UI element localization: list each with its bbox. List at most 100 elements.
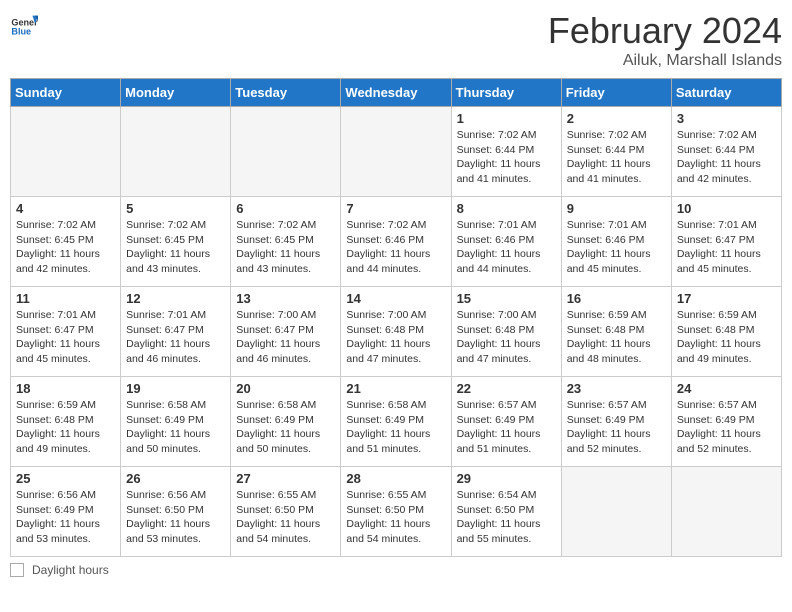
day-info: Sunrise: 6:55 AM Sunset: 6:50 PM Dayligh… (346, 488, 445, 547)
day-info: Sunrise: 7:00 AM Sunset: 6:48 PM Dayligh… (457, 308, 556, 367)
day-number: 13 (236, 291, 335, 306)
day-info: Sunrise: 6:57 AM Sunset: 6:49 PM Dayligh… (457, 398, 556, 457)
day-info: Sunrise: 7:02 AM Sunset: 6:44 PM Dayligh… (677, 128, 776, 187)
day-number: 7 (346, 201, 445, 216)
day-number: 10 (677, 201, 776, 216)
day-number: 24 (677, 381, 776, 396)
calendar-cell: 9 Sunrise: 7:01 AM Sunset: 6:46 PM Daylig… (561, 197, 671, 287)
calendar-week-row: 18Sunrise: 6:59 AM Sunset: 6:48 PM Dayli… (11, 377, 782, 467)
svg-text:Blue: Blue (11, 27, 31, 37)
day-info: Sunrise: 6:57 AM Sunset: 6:49 PM Dayligh… (677, 398, 776, 457)
day-info: Sunrise: 7:02 AM Sunset: 6:46 PM Dayligh… (346, 218, 445, 277)
calendar-cell (671, 467, 781, 557)
calendar-cell: 20Sunrise: 6:58 AM Sunset: 6:49 PM Dayli… (231, 377, 341, 467)
calendar-title: February 2024 (548, 10, 782, 52)
calendar-cell (561, 467, 671, 557)
day-number: 4 (16, 201, 115, 216)
day-info: Sunrise: 7:00 AM Sunset: 6:48 PM Dayligh… (346, 308, 445, 367)
weekday-header: Friday (561, 79, 671, 107)
day-number: 5 (126, 201, 225, 216)
page-header: General Blue February 2024 Ailuk, Marsha… (10, 10, 782, 70)
calendar-table: SundayMondayTuesdayWednesdayThursdayFrid… (10, 78, 782, 557)
calendar-cell (231, 107, 341, 197)
day-info: Sunrise: 7:01 AM Sunset: 6:47 PM Dayligh… (126, 308, 225, 367)
day-info: Sunrise: 7:01 AM Sunset: 6:47 PM Dayligh… (677, 218, 776, 277)
day-number: 28 (346, 471, 445, 486)
calendar-week-row: 4 Sunrise: 7:02 AM Sunset: 6:45 PM Daylig… (11, 197, 782, 287)
legend-label: Daylight hours (32, 563, 109, 577)
day-number: 17 (677, 291, 776, 306)
weekday-header: Sunday (11, 79, 121, 107)
day-info: Sunrise: 6:55 AM Sunset: 6:50 PM Dayligh… (236, 488, 335, 547)
day-number: 9 (567, 201, 666, 216)
day-info: Sunrise: 6:58 AM Sunset: 6:49 PM Dayligh… (236, 398, 335, 457)
day-info: Sunrise: 7:02 AM Sunset: 6:45 PM Dayligh… (16, 218, 115, 277)
day-number: 16 (567, 291, 666, 306)
calendar-cell: 1 Sunrise: 7:02 AM Sunset: 6:44 PM Daylig… (451, 107, 561, 197)
calendar-cell: 14 Sunrise: 7:00 AM Sunset: 6:48 PM Dayli… (341, 287, 451, 377)
calendar-cell: 21 Sunrise: 6:58 AM Sunset: 6:49 PM Dayli… (341, 377, 451, 467)
calendar-cell: 16 Sunrise: 6:59 AM Sunset: 6:48 PM Dayli… (561, 287, 671, 377)
calendar-cell: 19Sunrise: 6:58 AM Sunset: 6:49 PM Dayli… (121, 377, 231, 467)
day-number: 2 (567, 111, 666, 126)
calendar-cell: 18Sunrise: 6:59 AM Sunset: 6:48 PM Dayli… (11, 377, 121, 467)
day-number: 14 (346, 291, 445, 306)
calendar-cell: 6 Sunrise: 7:02 AM Sunset: 6:45 PM Daylig… (231, 197, 341, 287)
calendar-cell: 4 Sunrise: 7:02 AM Sunset: 6:45 PM Daylig… (11, 197, 121, 287)
calendar-cell: 7 Sunrise: 7:02 AM Sunset: 6:46 PM Daylig… (341, 197, 451, 287)
day-info: Sunrise: 7:01 AM Sunset: 6:46 PM Dayligh… (567, 218, 666, 277)
title-block: February 2024 Ailuk, Marshall Islands (548, 10, 782, 70)
day-info: Sunrise: 7:02 AM Sunset: 6:44 PM Dayligh… (457, 128, 556, 187)
calendar-cell: 3Sunrise: 7:02 AM Sunset: 6:44 PM Daylig… (671, 107, 781, 197)
day-info: Sunrise: 7:01 AM Sunset: 6:46 PM Dayligh… (457, 218, 556, 277)
day-info: Sunrise: 6:54 AM Sunset: 6:50 PM Dayligh… (457, 488, 556, 547)
day-number: 27 (236, 471, 335, 486)
day-info: Sunrise: 6:56 AM Sunset: 6:49 PM Dayligh… (16, 488, 115, 547)
day-info: Sunrise: 7:02 AM Sunset: 6:45 PM Dayligh… (236, 218, 335, 277)
calendar-cell (341, 107, 451, 197)
day-info: Sunrise: 6:58 AM Sunset: 6:49 PM Dayligh… (346, 398, 445, 457)
day-number: 11 (16, 291, 115, 306)
legend-box (10, 563, 24, 577)
day-info: Sunrise: 6:56 AM Sunset: 6:50 PM Dayligh… (126, 488, 225, 547)
calendar-header-row: SundayMondayTuesdayWednesdayThursdayFrid… (11, 79, 782, 107)
day-number: 19 (126, 381, 225, 396)
day-number: 1 (457, 111, 556, 126)
calendar-cell: 25 Sunrise: 6:56 AM Sunset: 6:49 PM Dayli… (11, 467, 121, 557)
day-number: 25 (16, 471, 115, 486)
day-number: 21 (346, 381, 445, 396)
calendar-subtitle: Ailuk, Marshall Islands (548, 52, 782, 70)
calendar-week-row: 1 Sunrise: 7:02 AM Sunset: 6:44 PM Daylig… (11, 107, 782, 197)
calendar-cell: 5Sunrise: 7:02 AM Sunset: 6:45 PM Daylig… (121, 197, 231, 287)
calendar-cell: 24 Sunrise: 6:57 AM Sunset: 6:49 PM Dayli… (671, 377, 781, 467)
day-number: 23 (567, 381, 666, 396)
calendar-cell: 28 Sunrise: 6:55 AM Sunset: 6:50 PM Dayli… (341, 467, 451, 557)
day-number: 12 (126, 291, 225, 306)
calendar-cell: 23 Sunrise: 6:57 AM Sunset: 6:49 PM Dayli… (561, 377, 671, 467)
calendar-cell: 22 Sunrise: 6:57 AM Sunset: 6:49 PM Dayli… (451, 377, 561, 467)
day-info: Sunrise: 6:59 AM Sunset: 6:48 PM Dayligh… (677, 308, 776, 367)
logo: General Blue (10, 10, 38, 38)
day-info: Sunrise: 7:01 AM Sunset: 6:47 PM Dayligh… (16, 308, 115, 367)
calendar-cell: 10 Sunrise: 7:01 AM Sunset: 6:47 PM Dayli… (671, 197, 781, 287)
day-info: Sunrise: 6:57 AM Sunset: 6:49 PM Dayligh… (567, 398, 666, 457)
day-number: 29 (457, 471, 556, 486)
weekday-header: Thursday (451, 79, 561, 107)
calendar-cell: 15 Sunrise: 7:00 AM Sunset: 6:48 PM Dayli… (451, 287, 561, 377)
calendar-cell: 2 Sunrise: 7:02 AM Sunset: 6:44 PM Daylig… (561, 107, 671, 197)
weekday-header: Tuesday (231, 79, 341, 107)
day-info: Sunrise: 7:02 AM Sunset: 6:44 PM Dayligh… (567, 128, 666, 187)
day-number: 15 (457, 291, 556, 306)
calendar-cell (11, 107, 121, 197)
day-number: 6 (236, 201, 335, 216)
logo-icon: General Blue (10, 10, 38, 38)
calendar-cell: 17 Sunrise: 6:59 AM Sunset: 6:48 PM Dayli… (671, 287, 781, 377)
calendar-cell: 12 Sunrise: 7:01 AM Sunset: 6:47 PM Dayli… (121, 287, 231, 377)
calendar-footer: Daylight hours (10, 563, 782, 577)
day-number: 22 (457, 381, 556, 396)
weekday-header: Saturday (671, 79, 781, 107)
calendar-cell: 11 Sunrise: 7:01 AM Sunset: 6:47 PM Dayli… (11, 287, 121, 377)
day-info: Sunrise: 6:59 AM Sunset: 6:48 PM Dayligh… (567, 308, 666, 367)
calendar-cell (121, 107, 231, 197)
weekday-header: Wednesday (341, 79, 451, 107)
